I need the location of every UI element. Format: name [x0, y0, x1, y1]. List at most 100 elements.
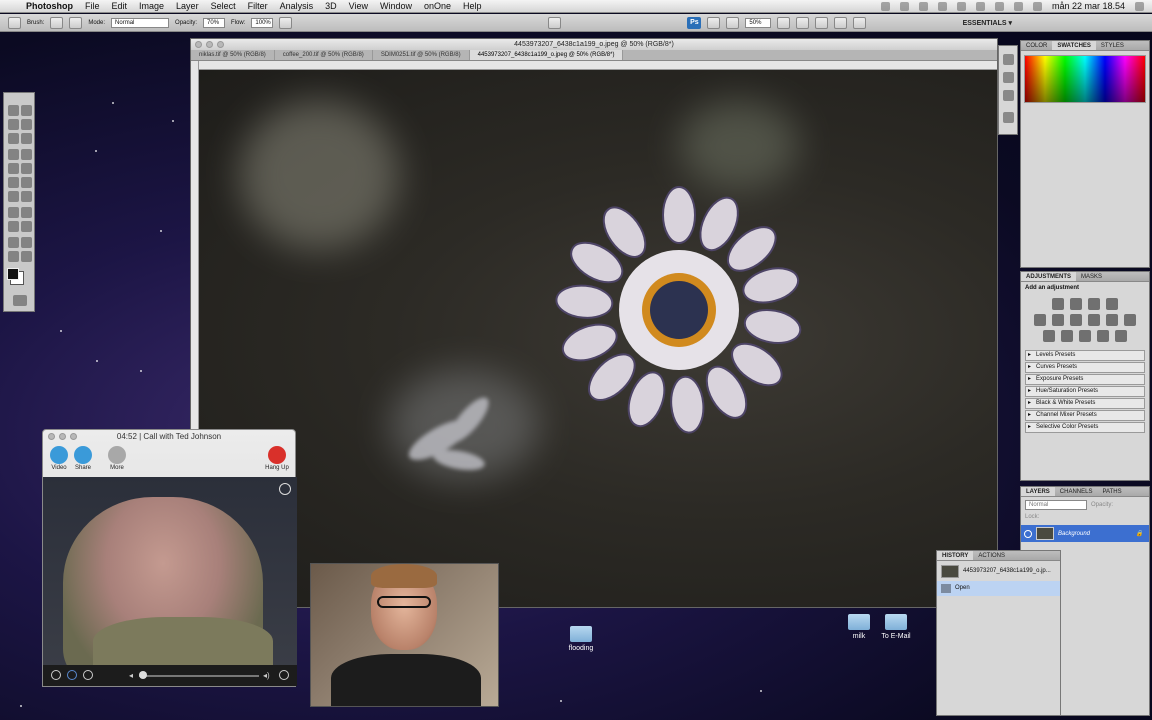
- status-icon[interactable]: [899, 1, 909, 11]
- share-button[interactable]: Share: [69, 446, 97, 471]
- paragraph-panel-icon[interactable]: [1003, 112, 1014, 123]
- type-tool-icon[interactable]: [21, 207, 32, 218]
- shape-tool-icon[interactable]: [21, 221, 32, 232]
- flow-field[interactable]: 100%: [251, 17, 274, 28]
- document-titlebar[interactable]: 4453973207_6438c1a199_o.jpeg @ 50% (RGB/…: [191, 39, 997, 50]
- photoshop-badge-icon[interactable]: Ps: [687, 16, 702, 29]
- panel-icon[interactable]: [1003, 54, 1014, 65]
- color-balance-icon[interactable]: [1070, 314, 1082, 326]
- posterize-icon[interactable]: [1061, 330, 1073, 342]
- channel-mixer-icon[interactable]: [1124, 314, 1136, 326]
- blur-tool-icon[interactable]: [8, 191, 19, 202]
- foreground-color-swatch[interactable]: [7, 268, 19, 280]
- tab-sdim0251[interactable]: SDIM0251.tif @ 50% (RGB/8): [373, 50, 470, 60]
- tab-current-jpeg[interactable]: 4453973207_6438c1a199_o.jpeg @ 50% (RGB/…: [469, 50, 624, 60]
- quick-mask-icon[interactable]: [13, 295, 27, 306]
- lasso-tool-icon[interactable]: [8, 119, 19, 130]
- visibility-eye-icon[interactable]: [1024, 529, 1032, 538]
- tab-adjustments[interactable]: ADJUSTMENTS: [1021, 272, 1077, 281]
- status-icon[interactable]: [880, 1, 890, 11]
- menu-window[interactable]: Window: [380, 1, 412, 11]
- curves-icon[interactable]: [1088, 298, 1100, 310]
- info-panel-icon[interactable]: [1003, 90, 1014, 101]
- 3d-orbit-tool-icon[interactable]: [21, 237, 32, 248]
- menu-help[interactable]: Help: [463, 1, 482, 11]
- tab-actions[interactable]: ACTIONS: [973, 551, 1010, 560]
- rotate-view-icon[interactable]: [815, 16, 829, 29]
- brush-panel-toggle[interactable]: [69, 16, 83, 29]
- desktop-folder-to-email[interactable]: To E-Mail: [876, 614, 916, 640]
- tab-coffee[interactable]: coffee_200.tif @ 50% (RGB/8): [275, 50, 373, 60]
- selective-color-icon[interactable]: [1115, 330, 1127, 342]
- tab-swatches[interactable]: SWATCHES: [1052, 41, 1096, 50]
- curves-presets[interactable]: Curves Presets: [1025, 362, 1145, 373]
- stop-icon[interactable]: [83, 670, 93, 680]
- tab-masks[interactable]: MASKS: [1076, 272, 1107, 281]
- zoom-tool-icon[interactable]: [21, 251, 32, 262]
- zoom-window-icon[interactable]: [70, 433, 77, 440]
- threshold-icon[interactable]: [1079, 330, 1091, 342]
- menu-view[interactable]: View: [349, 1, 368, 11]
- crop-tool-icon[interactable]: [8, 133, 19, 144]
- volume-slider-knob[interactable]: [139, 671, 147, 679]
- volume-icon[interactable]: [1013, 1, 1023, 11]
- menu-filter[interactable]: Filter: [248, 1, 268, 11]
- hue-saturation-presets[interactable]: Hue/Saturation Presets: [1025, 386, 1145, 397]
- spotlight-icon[interactable]: [1135, 1, 1144, 11]
- minimize-window-icon[interactable]: [206, 41, 213, 48]
- workspace-switcher[interactable]: ESSENTIALS ▾: [963, 19, 1012, 27]
- brush-tool-icon[interactable]: [21, 149, 32, 160]
- menu-layer[interactable]: Layer: [176, 1, 199, 11]
- more-button[interactable]: More: [103, 446, 131, 471]
- zoom-level-field[interactable]: 50%: [745, 17, 772, 28]
- horizontal-ruler[interactable]: [199, 61, 997, 70]
- bluetooth-icon[interactable]: [975, 1, 985, 11]
- hang-up-button[interactable]: Hang Up: [261, 446, 293, 471]
- arrange-documents-icon[interactable]: [834, 16, 848, 29]
- levels-presets[interactable]: Levels Presets: [1025, 350, 1145, 361]
- info-icon[interactable]: [279, 670, 289, 680]
- mode-select[interactable]: Normal: [111, 17, 170, 28]
- swatch-grid[interactable]: [1024, 55, 1146, 103]
- fullscreen-icon[interactable]: [279, 483, 291, 495]
- layer-row-background[interactable]: Background 🔒: [1021, 525, 1149, 542]
- clone-stamp-tool-icon[interactable]: [8, 163, 19, 174]
- tab-history[interactable]: HISTORY: [937, 551, 974, 560]
- menubar-clock[interactable]: mån 22 mar 18.54: [1052, 1, 1125, 11]
- healing-brush-tool-icon[interactable]: [8, 149, 19, 160]
- 3d-rotate-tool-icon[interactable]: [8, 237, 19, 248]
- menu-image[interactable]: Image: [139, 1, 164, 11]
- channel-mixer-presets[interactable]: Channel Mixer Presets: [1025, 410, 1145, 421]
- path-selection-tool-icon[interactable]: [8, 221, 19, 232]
- dodge-tool-icon[interactable]: [21, 191, 32, 202]
- menu-onone[interactable]: onOne: [424, 1, 451, 11]
- self-video-preview[interactable]: [310, 563, 499, 707]
- view-extras-icon[interactable]: [726, 16, 740, 29]
- history-brush-tool-icon[interactable]: [21, 163, 32, 174]
- pen-tool-icon[interactable]: [8, 207, 19, 218]
- airbrush-toggle[interactable]: [279, 16, 293, 29]
- desktop-folder-flooding[interactable]: flooding: [561, 626, 601, 652]
- menu-select[interactable]: Select: [211, 1, 236, 11]
- desktop-folder-milk[interactable]: milk: [839, 614, 879, 640]
- tab-layers[interactable]: LAYERS: [1021, 487, 1055, 496]
- bridge-icon[interactable]: [707, 16, 721, 29]
- eraser-tool-icon[interactable]: [8, 177, 19, 188]
- app-menu[interactable]: Photoshop: [26, 1, 73, 11]
- sync-icon[interactable]: [937, 1, 947, 11]
- quick-selection-tool-icon[interactable]: [21, 119, 32, 130]
- close-window-icon[interactable]: [195, 41, 202, 48]
- screen-mode-icon[interactable]: [853, 16, 867, 29]
- blend-mode-select[interactable]: Normal: [1025, 500, 1087, 510]
- image-canvas[interactable]: [199, 70, 997, 607]
- minimize-window-icon[interactable]: [59, 433, 66, 440]
- black-white-icon[interactable]: [1088, 314, 1100, 326]
- hand-tool-icon[interactable]: [777, 16, 791, 29]
- zoom-tool-icon[interactable]: [796, 16, 810, 29]
- volume-slider[interactable]: [139, 675, 259, 677]
- brush-picker[interactable]: [50, 16, 64, 29]
- brush-tool-preset-icon[interactable]: [8, 16, 21, 29]
- eyedropper-tool-icon[interactable]: [21, 133, 32, 144]
- brightness-contrast-icon[interactable]: [1052, 298, 1064, 310]
- close-window-icon[interactable]: [48, 433, 55, 440]
